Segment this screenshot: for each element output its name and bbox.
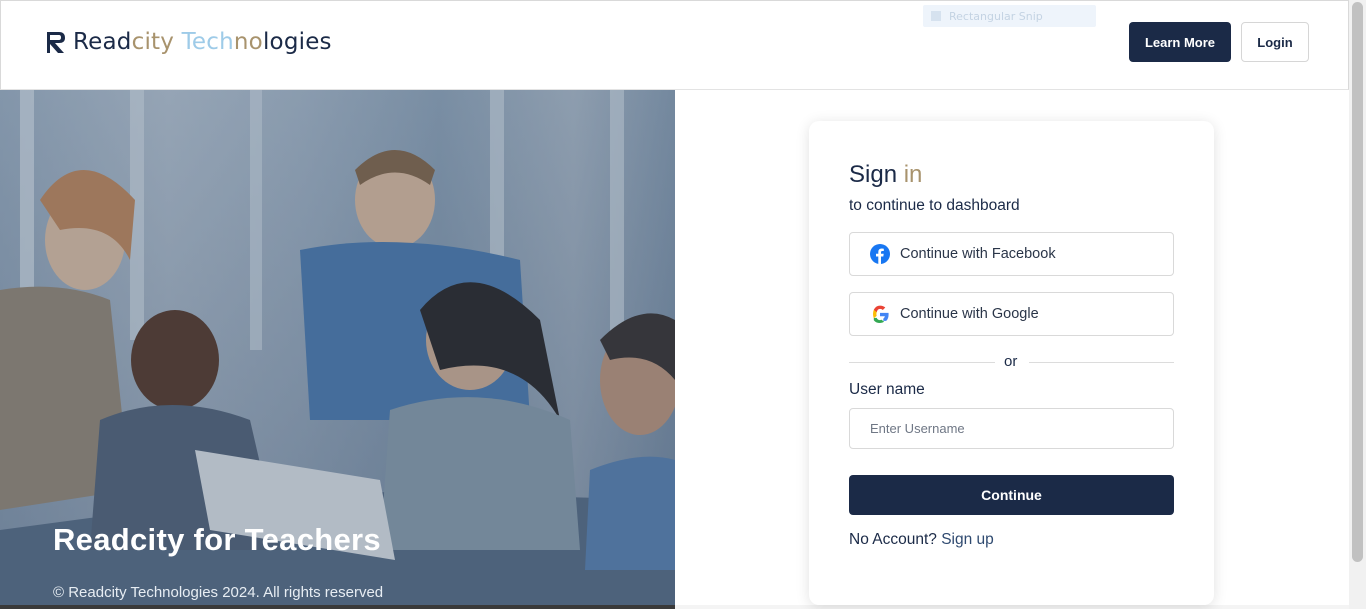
snip-ghost-label: Rectangular Snip — [949, 9, 1043, 23]
signup-row: No Account? Sign up — [849, 531, 994, 549]
no-account-text: No Account? — [849, 531, 937, 548]
signin-title-main: Sign — [849, 161, 898, 188]
or-divider: or — [849, 353, 1174, 371]
hero-panel: Readcity for Teachers © Readcity Technol… — [0, 90, 675, 606]
learn-more-button[interactable]: Learn More — [1129, 22, 1231, 62]
continue-with-facebook-button[interactable]: Continue with Facebook — [849, 232, 1174, 276]
brand-part: Tech — [174, 29, 234, 55]
google-icon — [873, 305, 889, 323]
brand-part: Read — [73, 29, 132, 55]
facebook-icon — [870, 244, 890, 264]
divider-line — [849, 362, 995, 363]
signin-subtitle: to continue to dashboard — [849, 197, 1020, 214]
snip-overlay-ghost: Rectangular Snip — [923, 5, 1096, 27]
copyright-text: © Readcity Technologies 2024. All rights… — [53, 584, 384, 601]
brand-part: no — [233, 29, 263, 55]
scrollbar-thumb[interactable] — [1352, 2, 1363, 562]
continue-with-google-button[interactable]: Continue with Google — [849, 292, 1174, 336]
continue-button[interactable]: Continue — [849, 475, 1174, 515]
signin-title-accent: in — [903, 161, 923, 188]
brand-part: city — [131, 29, 175, 55]
or-text: or — [1004, 353, 1018, 370]
facebook-button-label: Continue with Facebook — [900, 246, 1056, 262]
snip-icon — [931, 11, 941, 21]
google-button-label: Continue with Google — [900, 306, 1039, 322]
signin-card: Sign in to continue to dashboard Continu… — [809, 121, 1214, 605]
brand-part: logies — [262, 29, 332, 55]
divider-line — [1029, 362, 1174, 363]
login-button[interactable]: Login — [1241, 22, 1309, 62]
bottom-edge-right — [675, 605, 1349, 609]
username-input[interactable] — [849, 408, 1174, 449]
signin-title: Sign in — [849, 161, 922, 189]
signup-link[interactable]: Sign up — [941, 531, 994, 548]
brand-logo[interactable]: Read city Tech no logies — [45, 28, 332, 56]
readcity-logo-icon — [47, 32, 65, 53]
brand-name: Read city Tech no logies — [73, 29, 332, 55]
top-header: Read city Tech no logies Rectangular Snip L… — [0, 0, 1349, 90]
hero-title: Readcity for Teachers — [53, 522, 381, 557]
username-label: User name — [849, 381, 925, 398]
